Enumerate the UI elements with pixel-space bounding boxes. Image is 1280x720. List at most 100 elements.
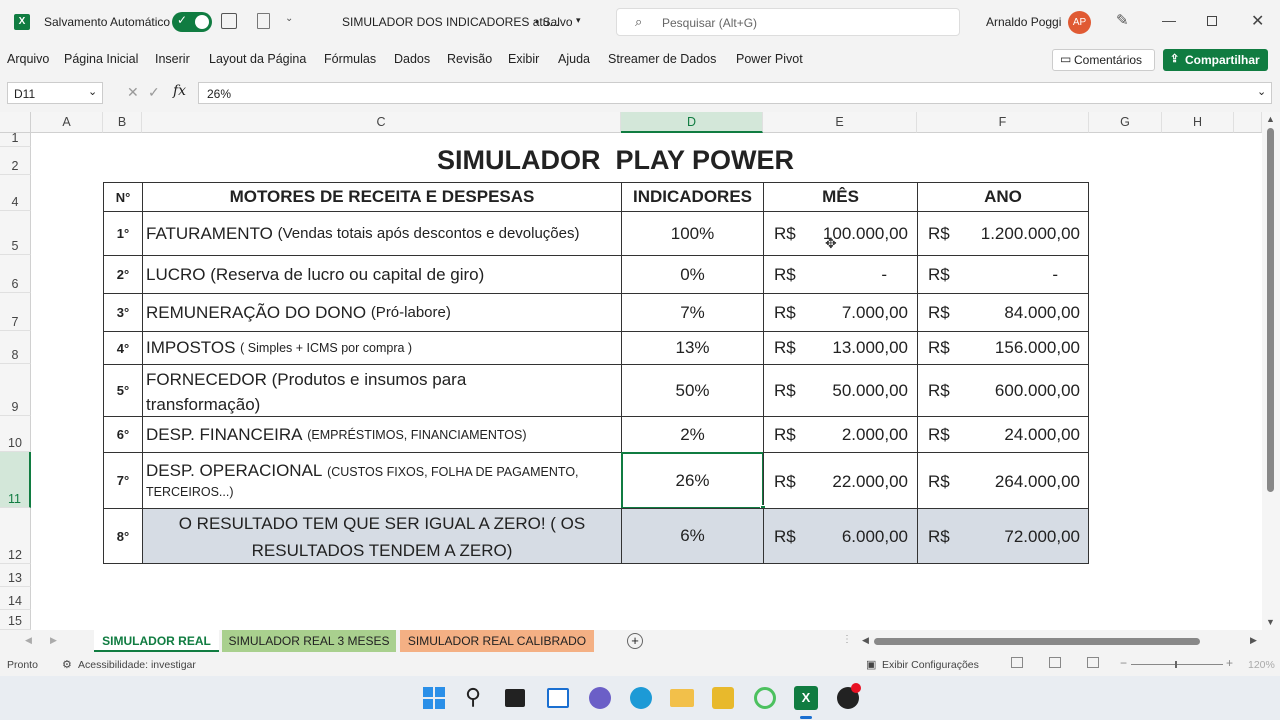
avatar[interactable]: AP <box>1068 11 1091 34</box>
menu-formulas[interactable]: Fórmulas <box>324 52 376 66</box>
column-header-a[interactable]: A <box>31 112 103 133</box>
row-1-label[interactable]: FATURAMENTO (Vendas totais após desconto… <box>142 211 622 256</box>
row-5-ano[interactable]: R$ 600.000,00 <box>917 364 1089 417</box>
row-6-ano[interactable]: R$ 24.000,00 <box>917 416 1089 453</box>
menu-layout-da-pagina[interactable]: Layout da Página <box>209 52 306 66</box>
row-header-8[interactable]: 8 <box>0 331 31 364</box>
scroll-up-icon[interactable]: ▲ <box>1266 114 1275 124</box>
zoom-out-icon[interactable]: − <box>1120 656 1127 670</box>
row-2-number[interactable]: 2° <box>103 255 143 294</box>
row-header-7[interactable]: 7 <box>0 293 31 331</box>
row-6-label[interactable]: DESP. FINANCEIRA (EMPRÉSTIMOS, FINANCIAM… <box>142 416 622 453</box>
column-header-d[interactable]: D <box>621 112 763 133</box>
menu-arquivo[interactable]: Arquivo <box>7 52 49 66</box>
page-layout-icon[interactable] <box>1049 657 1061 668</box>
row-4-ano[interactable]: R$ 156.000,00 <box>917 331 1089 365</box>
scroll-down-icon[interactable]: ▼ <box>1266 617 1275 627</box>
menu-dados[interactable]: Dados <box>394 52 430 66</box>
row-2-mes[interactable]: R$ - <box>763 255 918 294</box>
save-icon[interactable] <box>221 13 237 29</box>
vertical-scrollbar[interactable]: ▲ ▼ <box>1262 112 1280 630</box>
row-1-ano[interactable]: R$ 1.200.000,00 <box>917 211 1089 256</box>
close-icon[interactable]: ✕ <box>1251 11 1264 31</box>
row-3-mes[interactable]: R$ 7.000,00 <box>763 293 918 332</box>
zoom-in-icon[interactable]: + <box>1226 656 1233 670</box>
row-2-label[interactable]: LUCRO (Reserva de lucro ou capital de gi… <box>142 255 622 294</box>
column-header-h[interactable]: H <box>1162 112 1234 133</box>
column-header-c[interactable]: C <box>142 112 621 133</box>
column-header-f[interactable]: F <box>917 112 1089 133</box>
row-header-14[interactable]: 14 <box>0 587 31 610</box>
row-7-ano[interactable]: R$ 264.000,00 <box>917 452 1089 509</box>
user-name[interactable]: Arnaldo Poggi <box>986 15 1061 29</box>
tab-simulador-real-3-meses[interactable]: SIMULADOR REAL 3 MESES <box>222 630 396 652</box>
row-header-4[interactable]: 4 <box>0 175 31 211</box>
display-settings[interactable]: Exibir Configurações <box>882 659 979 671</box>
column-header-e[interactable]: E <box>763 112 917 133</box>
row-7-indicador-selected[interactable]: 26% <box>621 452 764 509</box>
page-break-icon[interactable] <box>1087 657 1099 668</box>
row-1-number[interactable]: 1° <box>103 211 143 256</box>
widgets-icon[interactable] <box>547 688 569 708</box>
row-header-12[interactable]: 12 <box>0 508 31 564</box>
formula-input[interactable]: 26% ⌄ <box>198 82 1272 104</box>
row-2-ano[interactable]: R$ - <box>917 255 1089 294</box>
windows-start-icon[interactable] <box>423 687 445 709</box>
scroll-thumb[interactable] <box>1267 128 1274 492</box>
cancel-icon[interactable]: ✕ <box>127 84 139 101</box>
sheet-title[interactable]: SIMULADOR PLAY POWER <box>103 145 1128 176</box>
accessibility-status[interactable]: Acessibilidade: investigar <box>78 659 196 671</box>
spinner-app-icon[interactable] <box>754 687 776 709</box>
row-8-mes[interactable]: R$ 6.000,00 <box>763 508 918 564</box>
header-indicadores[interactable]: INDICADORES <box>621 182 764 212</box>
accessibility-icon[interactable]: ⚙ <box>62 658 72 671</box>
teams-chat-icon[interactable] <box>589 687 611 709</box>
tab-simulador-real-calibrado[interactable]: SIMULADOR REAL CALIBRADO <box>400 630 594 652</box>
row-header-9[interactable]: 9 <box>0 364 31 416</box>
add-sheet-button[interactable]: + <box>627 633 643 649</box>
row-8-indicador[interactable]: 6% <box>621 508 764 564</box>
menu-streamer-de-dados[interactable]: Streamer de Dados <box>608 52 716 66</box>
row-5-mes[interactable]: R$ 50.000,00 <box>763 364 918 417</box>
autosave-toggle[interactable]: ✓ <box>172 12 212 32</box>
row-4-label[interactable]: IMPOSTOS ( Simples + ICMS por compra ) <box>142 331 622 365</box>
row-header-13[interactable]: 13 <box>0 564 31 587</box>
edge-icon[interactable] <box>630 687 652 709</box>
row-1-indicador[interactable]: 100% <box>621 211 764 256</box>
row-8-label[interactable]: O RESULTADO TEM QUE SER IGUAL A ZERO! ( … <box>142 508 622 564</box>
row-3-label[interactable]: REMUNERAÇÃO DO DONO (Pró-labore) <box>142 293 622 332</box>
select-all-corner[interactable] <box>0 112 31 133</box>
task-view-icon[interactable] <box>505 689 525 707</box>
display-settings-icon[interactable]: ▣ <box>866 658 876 671</box>
row-8-number[interactable]: 8° <box>103 508 143 564</box>
minimize-icon[interactable]: — <box>1162 12 1176 28</box>
row-5-number[interactable]: 5° <box>103 364 143 417</box>
share-button[interactable]: ⇪ Compartilhar <box>1163 49 1268 71</box>
menu-pagina-inicial[interactable]: Página Inicial <box>64 52 138 66</box>
horizontal-scroll-thumb[interactable] <box>874 638 1200 645</box>
zoom-slider[interactable] <box>1131 661 1223 668</box>
tab-simulador-real[interactable]: SIMULADOR REAL <box>94 630 219 652</box>
row-3-ano[interactable]: R$ 84.000,00 <box>917 293 1089 332</box>
tab-split-handle-icon[interactable]: ⋮ <box>842 634 852 645</box>
row-5-label[interactable]: FORNECEDOR (Produtos e insumos para tran… <box>142 364 622 417</box>
row-8-ano[interactable]: R$ 72.000,00 <box>917 508 1089 564</box>
menu-revisao[interactable]: Revisão <box>447 52 492 66</box>
row-header-10[interactable]: 10 <box>0 416 31 452</box>
header-motores[interactable]: MOTORES DE RECEITA E DESPESAS <box>142 182 622 212</box>
hscroll-right-icon[interactable]: ▶ <box>1250 635 1257 646</box>
row-6-mes[interactable]: R$ 2.000,00 <box>763 416 918 453</box>
row-2-indicador[interactable]: 0% <box>621 255 764 294</box>
header-n[interactable]: N° <box>103 182 143 212</box>
column-header-g[interactable]: G <box>1089 112 1162 133</box>
header-mes[interactable]: MÊS <box>763 182 918 212</box>
tab-scroll-left-icon[interactable]: ◀ <box>25 635 32 646</box>
row-header-1[interactable]: 1 <box>0 131 31 147</box>
menu-ajuda[interactable]: Ajuda <box>558 52 590 66</box>
row-5-indicador[interactable]: 50% <box>621 364 764 417</box>
row-header-11[interactable]: 11 <box>0 452 31 508</box>
hscroll-left-icon[interactable]: ◀ <box>862 635 869 646</box>
document-title[interactable]: SIMULADOR DOS INDICADORES atu... <box>342 15 559 29</box>
row-4-indicador[interactable]: 13% <box>621 331 764 365</box>
search-box[interactable]: ⌕ Pesquisar (Alt+G) <box>616 8 960 36</box>
